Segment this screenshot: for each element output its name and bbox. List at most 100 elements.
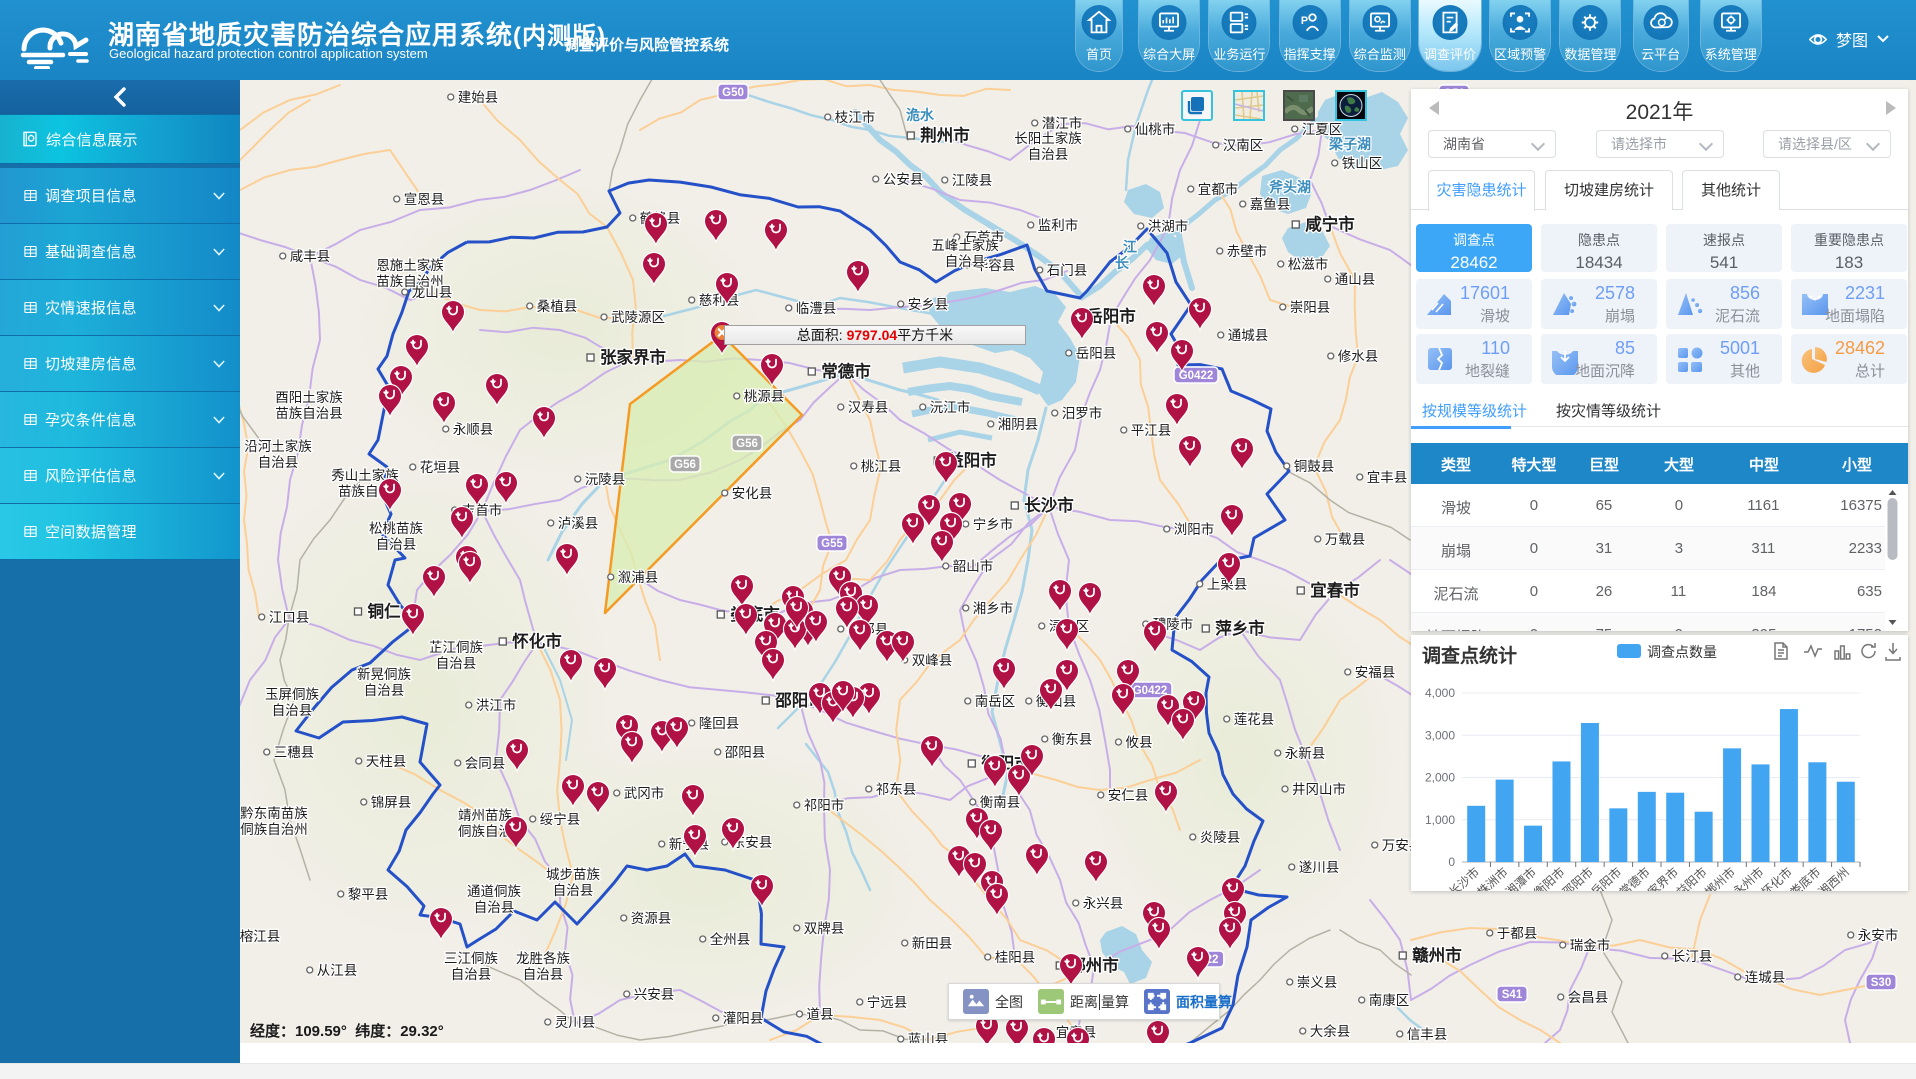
svg-text:平江县: 平江县	[1131, 423, 1172, 438]
svg-text:梁子湖: 梁子湖	[1328, 136, 1371, 152]
svg-text:芷江侗族: 芷江侗族	[429, 640, 483, 655]
svg-text:道县: 道县	[807, 1007, 834, 1022]
svg-text:自治县: 自治县	[364, 683, 405, 698]
svg-text:荆州市: 荆州市	[920, 125, 970, 145]
svg-text:武陵源区: 武陵源区	[611, 310, 665, 325]
svg-text:天柱县: 天柱县	[366, 754, 407, 769]
svg-text:崇义县: 崇义县	[1297, 975, 1338, 990]
svg-text:3,000: 3,000	[1425, 728, 1455, 742]
svg-text:建始县: 建始县	[458, 90, 499, 105]
svg-text:临澧县: 临澧县	[796, 301, 837, 316]
svg-text:信丰县: 信丰县	[1407, 1027, 1448, 1042]
svg-text:公安县: 公安县	[883, 172, 924, 187]
svg-text:桑植县: 桑植县	[537, 299, 578, 314]
svg-text:南岳区: 南岳区	[975, 694, 1016, 709]
svg-text:铁山区: 铁山区	[1342, 156, 1383, 171]
svg-text:新田县: 新田县	[912, 936, 953, 951]
svg-text:沅江市: 沅江市	[930, 399, 971, 415]
svg-text:G56: G56	[674, 459, 696, 471]
svg-text:浏阳市: 浏阳市	[1174, 521, 1215, 537]
svg-text:汉南区: 汉南区	[1223, 138, 1264, 153]
svg-text:五峰土家族: 五峰土家族	[931, 237, 999, 253]
svg-text:玉屏侗族: 玉屏侗族	[265, 687, 319, 702]
svg-text:通道侗族: 通道侗族	[467, 884, 521, 899]
svg-text:咸丰县: 咸丰县	[290, 249, 331, 264]
svg-text:萍乡市: 萍乡市	[1215, 618, 1265, 638]
svg-text:宜春市: 宜春市	[1310, 580, 1360, 600]
svg-text:炎陵县: 炎陵县	[1200, 830, 1241, 845]
svg-text:2,000: 2,000	[1425, 771, 1455, 785]
svg-text:沿河土家族: 沿河土家族	[244, 438, 312, 454]
svg-text:G50: G50	[722, 87, 744, 99]
svg-text:江陵县: 江陵县	[952, 173, 993, 188]
svg-text:三江侗族: 三江侗族	[444, 951, 498, 966]
svg-text:G0422: G0422	[1179, 370, 1214, 382]
svg-text:监利市: 监利市	[1038, 217, 1079, 233]
svg-text:通城县: 通城县	[1228, 328, 1269, 343]
svg-text:双牌县: 双牌县	[804, 920, 845, 936]
svg-text:侗族自治: 侗族自治	[458, 824, 512, 839]
svg-text:莲花县: 莲花县	[1234, 712, 1275, 727]
svg-text:汨罗市: 汨罗市	[1062, 405, 1103, 421]
svg-text:灌阳县: 灌阳县	[723, 1011, 764, 1026]
svg-text:自治县: 自治县	[376, 537, 417, 552]
svg-text:洪江市: 洪江市	[476, 697, 517, 713]
svg-text:自治县: 自治县	[474, 900, 515, 915]
svg-text:永新县: 永新县	[1285, 746, 1326, 761]
svg-text:兴安县: 兴安县	[634, 987, 675, 1002]
svg-text:修水县: 修水县	[1338, 349, 1379, 364]
svg-text:铜鼓县: 铜鼓县	[1294, 459, 1335, 474]
svg-text:铜仁: 铜仁	[368, 601, 402, 621]
svg-text:石门县: 石门县	[1047, 263, 1088, 278]
svg-text:自治县: 自治县	[258, 455, 299, 470]
svg-text:永安市: 永安市	[1858, 927, 1899, 943]
svg-text:邵阳县: 邵阳县	[725, 745, 766, 760]
svg-text:长汀县: 长汀县	[1672, 949, 1713, 964]
svg-text:衡东县: 衡东县	[1052, 732, 1093, 747]
svg-text:G55: G55	[821, 538, 843, 550]
svg-text:韶山市: 韶山市	[953, 558, 994, 574]
svg-text:城步苗族: 城步苗族	[546, 867, 600, 882]
svg-text:江口县: 江口县	[269, 610, 310, 625]
svg-text:松滋市: 松滋市	[1288, 256, 1329, 272]
svg-text:4,000: 4,000	[1425, 686, 1455, 700]
svg-text:隆回县: 隆回县	[699, 716, 740, 731]
svg-text:宁乡市: 宁乡市	[973, 516, 1014, 532]
svg-text:龙山县: 龙山县	[412, 285, 453, 300]
svg-text:酉阳土家族: 酉阳土家族	[275, 389, 343, 405]
svg-text:1,000: 1,000	[1425, 813, 1455, 827]
svg-text:松桃苗族: 松桃苗族	[369, 521, 423, 536]
svg-text:永顺县: 永顺县	[453, 422, 494, 437]
svg-text:会昌县: 会昌县	[1568, 990, 1609, 1005]
svg-text:三穗县: 三穗县	[274, 745, 315, 760]
svg-text:S30: S30	[1871, 977, 1891, 989]
svg-text:宁远县: 宁远县	[867, 994, 908, 1010]
svg-text:绥宁县: 绥宁县	[540, 811, 581, 827]
svg-text:崇阳县: 崇阳县	[1290, 300, 1331, 315]
svg-text:江夏区: 江夏区	[1302, 122, 1343, 137]
svg-text:安乡县: 安乡县	[908, 297, 949, 312]
svg-text:枝江市: 枝江市	[835, 109, 876, 125]
svg-text:自治县: 自治县	[1028, 147, 1069, 162]
svg-text:黎平县: 黎平县	[348, 887, 389, 902]
svg-text:长沙市: 长沙市	[1024, 495, 1074, 515]
svg-text:桃源县: 桃源县	[744, 389, 785, 404]
svg-text:安福县: 安福县	[1355, 665, 1396, 680]
svg-text:黔东南苗族: 黔东南苗族	[240, 806, 308, 821]
svg-text:洈水: 洈水	[906, 107, 935, 123]
svg-text:武冈市: 武冈市	[624, 785, 665, 801]
svg-text:G0422: G0422	[1133, 685, 1168, 697]
svg-text:龙胜各族: 龙胜各族	[516, 951, 570, 966]
svg-text:自治县: 自治县	[523, 967, 564, 982]
svg-text:长阳土家族: 长阳土家族	[1014, 130, 1082, 146]
svg-text:永兴县: 永兴县	[1083, 896, 1124, 911]
svg-text:湘乡市: 湘乡市	[973, 600, 1014, 616]
svg-text:安仁县: 安仁县	[1108, 788, 1149, 803]
svg-text:恩施土家族: 恩施土家族	[376, 257, 444, 273]
svg-text:沅陵县: 沅陵县	[585, 472, 626, 487]
svg-text:井冈山市: 井冈山市	[1292, 781, 1346, 797]
svg-text:汉寿县: 汉寿县	[848, 399, 889, 415]
svg-text:连城县: 连城县	[1745, 970, 1786, 985]
svg-text:S41: S41	[1502, 989, 1523, 1001]
svg-text:仙桃市: 仙桃市	[1135, 121, 1176, 137]
